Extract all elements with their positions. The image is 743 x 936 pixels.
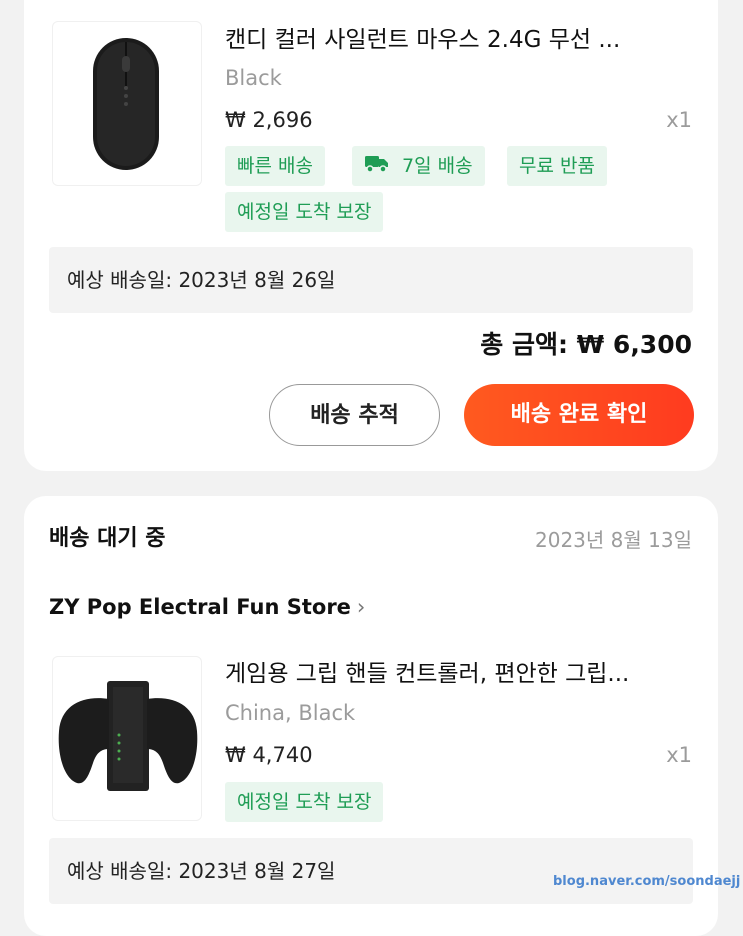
tag-7day-shipping: 7일 배송	[352, 146, 485, 186]
product-price: ₩ 2,696	[225, 108, 313, 132]
tag-label: 무료 반품	[519, 155, 595, 177]
track-shipment-button[interactable]: 배송 추적	[269, 384, 440, 446]
tag-label: 예정일 도착 보장	[237, 201, 372, 223]
tag-label: 7일 배송	[402, 155, 473, 177]
order-card: 캔디 컬러 사일런트 마우스 2.4G 무선 ... Black ₩ 2,696…	[24, 0, 718, 471]
product-image-mouse[interactable]	[52, 21, 202, 186]
tag-fast-shipping: 빠른 배송	[225, 146, 325, 186]
tag-label: 빠른 배송	[237, 155, 313, 177]
product-quantity: x1	[666, 743, 692, 767]
tag-free-return: 무료 반품	[507, 146, 607, 186]
product-image-grip[interactable]	[52, 656, 202, 821]
order-card: 배송 대기 중 2023년 8월 13일 ZY Pop Electral Fun…	[24, 496, 718, 936]
tag-label: 예정일 도착 보장	[237, 791, 372, 813]
order-date: 2023년 8월 13일	[535, 528, 692, 552]
store-name: ZY Pop Electral Fun Store	[49, 595, 351, 619]
order-status: 배송 대기 중	[49, 526, 166, 551]
truck-icon	[364, 147, 390, 187]
tag-guaranteed-arrival: 예정일 도착 보장	[225, 782, 384, 822]
order-total: 총 금액: ₩ 6,300	[480, 330, 692, 359]
store-link[interactable]: ZY Pop Electral Fun Store ›	[49, 595, 365, 619]
estimated-delivery: 예상 배송일: 2023년 8월 26일	[49, 247, 693, 313]
product-quantity: x1	[666, 108, 692, 132]
chevron-right-icon: ›	[356, 595, 366, 619]
tag-guaranteed-arrival: 예정일 도착 보장	[225, 192, 384, 232]
product-variant: China, Black	[225, 701, 356, 725]
product-title[interactable]: 게임용 그립 핸들 컨트롤러, 편안한 그립...	[225, 654, 695, 688]
blog-watermark: blog.naver.com/soondaejj	[553, 874, 741, 889]
estimated-delivery: 예상 배송일: 2023년 8월 27일	[49, 838, 693, 904]
product-variant: Black	[225, 66, 282, 90]
confirm-delivery-button[interactable]: 배송 완료 확인	[464, 384, 694, 446]
product-title[interactable]: 캔디 컬러 사일런트 마우스 2.4G 무선 ...	[225, 20, 695, 54]
product-price: ₩ 4,740	[225, 743, 313, 767]
